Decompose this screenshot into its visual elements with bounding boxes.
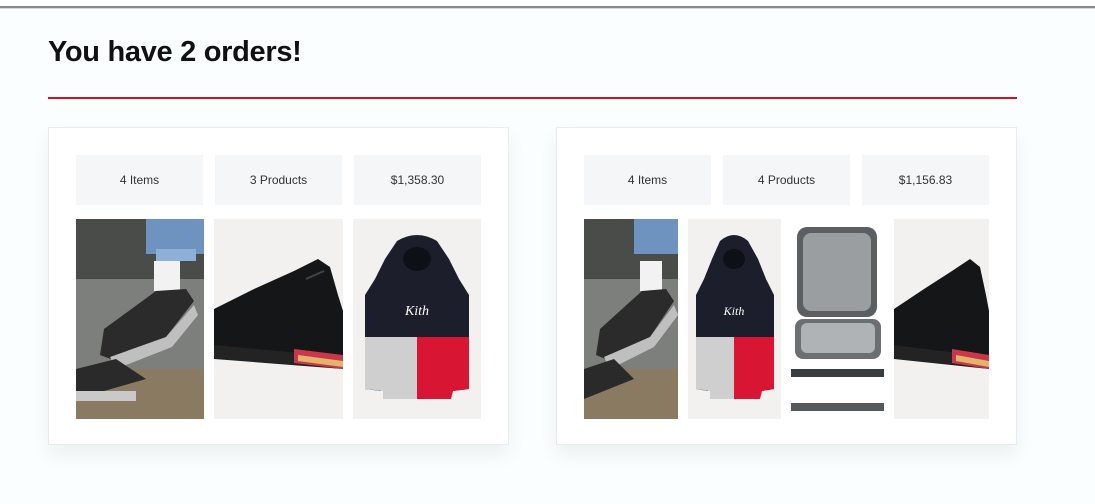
svg-text:Kith: Kith [723,304,745,318]
product-image-mesh-chair[interactable] [791,219,884,419]
order-product-images: Kith [76,219,481,419]
order-summary: 4 Items 4 Products $1,156.83 [584,155,989,205]
page-title: You have 2 orders! [48,36,302,68]
order-card[interactable]: 4 Items 3 Products $1,358.30 Kith [48,127,509,445]
product-image-black-sneaker[interactable] [214,219,343,419]
browser-top-edge [0,0,1095,8]
items-count: 4 Items [76,155,203,205]
order-total: $1,156.83 [862,155,989,205]
order-card[interactable]: 4 Items 4 Products $1,156.83 Kith [556,127,1017,445]
product-image-sneaker-street[interactable] [76,219,204,419]
product-image-kith-hoodie[interactable]: Kith [688,219,781,419]
order-total: $1,358.30 [354,155,481,205]
product-image-black-sneaker[interactable] [894,219,989,419]
order-summary: 4 Items 3 Products $1,358.30 [76,155,481,205]
items-count: 4 Items [584,155,711,205]
products-count: 3 Products [215,155,342,205]
title-divider [48,97,1017,99]
product-image-kith-hoodie[interactable]: Kith [353,219,481,419]
products-count: 4 Products [723,155,850,205]
svg-text:Kith: Kith [404,304,429,319]
product-image-sneaker-street[interactable] [584,219,678,419]
order-product-images: Kith [584,219,989,419]
